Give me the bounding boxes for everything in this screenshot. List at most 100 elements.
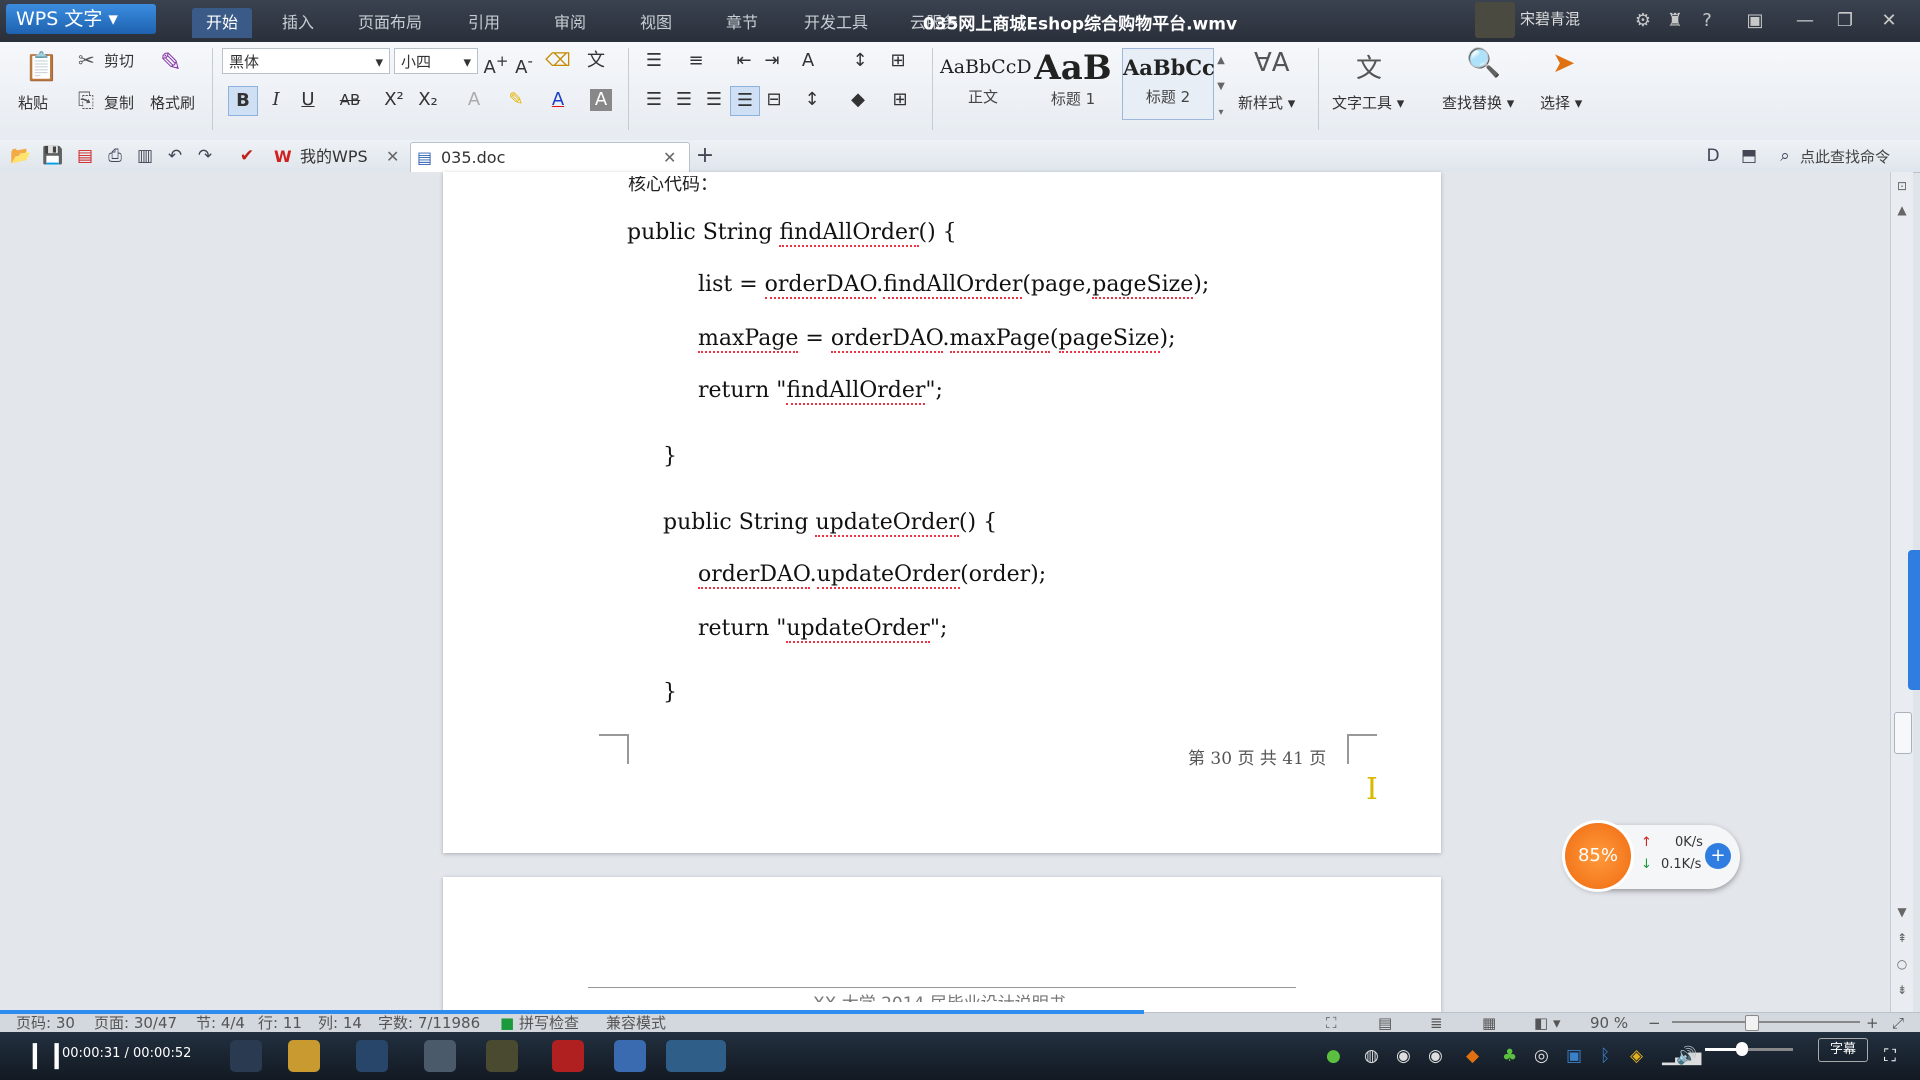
tray-icon[interactable]: ◉ — [1396, 1046, 1411, 1066]
scroll-thumb[interactable] — [1894, 712, 1912, 754]
underline-button[interactable]: U — [294, 86, 322, 114]
align-right-icon[interactable]: ☰ — [700, 86, 728, 114]
web-view-icon[interactable]: ▦ — [1482, 1013, 1496, 1033]
zoom-slider[interactable] — [1672, 1021, 1860, 1023]
next-page-icon[interactable]: ⇟ — [1891, 980, 1913, 1000]
font-name-select[interactable]: 黑体 ▾ — [222, 48, 390, 74]
borders-icon[interactable]: ⊞ — [886, 86, 914, 114]
minimize-icon[interactable]: — — [1790, 8, 1820, 34]
zoom-out-icon[interactable]: − — [1648, 1013, 1661, 1033]
outline-view-icon[interactable]: ≣ — [1430, 1013, 1443, 1033]
eye-protect-icon[interactable]: ◧ ▾ — [1534, 1013, 1560, 1033]
tray-icon[interactable]: ◆ — [1466, 1046, 1479, 1066]
volume-icon[interactable]: 🔊 — [1676, 1046, 1697, 1066]
strikethrough-button[interactable]: AB — [336, 86, 364, 114]
select-browse-icon[interactable]: ○ — [1891, 954, 1913, 974]
taskbar-app-icon[interactable] — [230, 1040, 262, 1072]
hint-icon[interactable]: D — [1700, 144, 1726, 168]
bullets-icon[interactable]: ☰ — [640, 47, 668, 75]
tray-icon[interactable]: ● — [1326, 1046, 1341, 1066]
tray-icon[interactable]: ◎ — [1534, 1046, 1549, 1066]
font-size-select[interactable]: 小四 ▾ — [394, 48, 478, 74]
new-style-button[interactable]: 新样式 ▾ — [1238, 92, 1295, 113]
highlight-icon[interactable]: ✎ — [502, 86, 530, 114]
sort-icon[interactable]: ↕ — [846, 47, 874, 75]
side-panel-handle[interactable] — [1908, 550, 1920, 690]
print-icon[interactable]: ⎙ — [102, 144, 128, 168]
line-spacing-icon[interactable]: ↕ — [798, 86, 826, 114]
subscript-button[interactable]: X₂ — [414, 86, 442, 114]
scroll-up-icon[interactable]: ▲ — [1891, 200, 1913, 220]
full-screen-icon[interactable]: ⛶ — [1326, 1013, 1337, 1033]
video-progress-bar[interactable] — [0, 1010, 1145, 1014]
prev-page-icon[interactable]: ⇞ — [1891, 928, 1913, 948]
select-button[interactable]: 选择 ▾ — [1540, 92, 1582, 113]
pause-icon[interactable]: ❙❙ — [24, 1040, 68, 1070]
volume-knob[interactable] — [1736, 1042, 1748, 1056]
grow-font-icon[interactable]: A+ — [482, 47, 510, 78]
tray-icon[interactable]: ◍ — [1364, 1046, 1379, 1066]
avatar[interactable] — [1475, 2, 1515, 38]
help-icon[interactable]: ? — [1692, 8, 1722, 34]
export-pdf-icon[interactable]: ▤ — [72, 144, 98, 168]
user-name[interactable]: 宋碧青混 — [1520, 8, 1580, 29]
open-folder-icon[interactable]: 📂 — [8, 144, 34, 168]
document-page[interactable]: 核心代码： public String findAllOrder() { lis… — [443, 172, 1441, 853]
memory-usage-badge[interactable]: 85% — [1565, 823, 1631, 889]
paste-button[interactable]: 粘贴 — [18, 92, 48, 113]
tab-page-layout[interactable]: 页面布局 — [344, 8, 436, 38]
increase-indent-icon[interactable]: ⇥ — [758, 47, 786, 75]
bluetooth-icon[interactable]: ᛒ — [1600, 1046, 1610, 1066]
wps-writer-icon[interactable] — [614, 1040, 646, 1072]
table-grid-icon[interactable]: ⊞ — [884, 47, 912, 75]
taskbar-app-icon[interactable] — [486, 1040, 518, 1072]
cut-button[interactable]: 剪切 — [104, 50, 134, 71]
text-tools-icon[interactable]: 文 — [1356, 48, 1382, 85]
subtitle-button[interactable]: 字幕 — [1818, 1038, 1868, 1062]
close-icon[interactable]: ✕ — [1874, 8, 1904, 34]
search-command-input[interactable]: 点此查找命令 — [1800, 146, 1890, 167]
tab-start[interactable]: 开始 — [192, 8, 253, 38]
superscript-button[interactable]: X² — [380, 86, 408, 114]
paste-icon[interactable]: 📋 — [24, 50, 59, 83]
align-left-icon[interactable]: ☰ — [640, 86, 668, 114]
customize-icon[interactable]: ✔ — [234, 144, 260, 168]
shading-icon[interactable]: ◆ — [844, 86, 872, 114]
search-icon[interactable]: ⌕ — [1772, 144, 1798, 168]
tab-references[interactable]: 引用 — [454, 8, 514, 38]
zoom-slider-thumb[interactable] — [1745, 1015, 1759, 1031]
layout-icon[interactable]: ▣ — [1740, 8, 1770, 34]
text-tools-button[interactable]: 文字工具 ▾ — [1332, 92, 1404, 113]
scissors-icon[interactable]: ✂ — [78, 48, 95, 72]
save-icon[interactable]: 💾 — [40, 144, 66, 168]
italic-button[interactable]: I — [262, 86, 290, 114]
shrink-font-icon[interactable]: A- — [510, 47, 538, 78]
find-replace-icon[interactable]: 🔍 — [1466, 46, 1501, 79]
clear-format-icon[interactable]: ⌫ — [544, 47, 572, 75]
align-center-icon[interactable]: ☰ — [670, 86, 698, 114]
tab-view[interactable]: 视图 — [626, 8, 686, 38]
tray-icon[interactable]: ♣ — [1502, 1046, 1517, 1066]
zoom-in-icon[interactable]: + — [1866, 1013, 1879, 1033]
numbering-icon[interactable]: ≡ — [682, 47, 710, 75]
tray-icon[interactable]: ◉ — [1428, 1046, 1443, 1066]
new-tab-icon[interactable]: + — [692, 144, 718, 168]
status-words[interactable]: 字数: 7/11986 — [378, 1013, 480, 1033]
phonetic-icon[interactable]: 文 — [582, 47, 610, 75]
skin-icon[interactable]: ⚙ — [1628, 8, 1658, 34]
scroll-top-icon[interactable]: ⊡ — [1891, 176, 1913, 196]
shirt-icon[interactable]: ♜ — [1660, 8, 1690, 34]
char-shading-icon[interactable]: A — [590, 89, 612, 111]
tab-review[interactable]: 审阅 — [540, 8, 600, 38]
close-tab-icon[interactable]: ✕ — [663, 143, 676, 173]
fit-icon[interactable]: ⤢ — [1892, 1013, 1904, 1033]
copy-button[interactable]: 复制 — [104, 92, 134, 113]
bold-button[interactable]: B — [228, 86, 258, 116]
font-color-icon[interactable]: A — [544, 86, 572, 114]
undo-icon[interactable]: ↶ — [162, 144, 188, 168]
justify-icon[interactable]: ☰ — [730, 86, 760, 116]
taskbar-app-icon[interactable] — [552, 1040, 584, 1072]
taskbar-app-icon[interactable] — [356, 1040, 388, 1072]
tab-document[interactable]: ▤ 035.doc ✕ — [410, 142, 690, 172]
accelerate-icon[interactable]: + — [1705, 843, 1731, 869]
